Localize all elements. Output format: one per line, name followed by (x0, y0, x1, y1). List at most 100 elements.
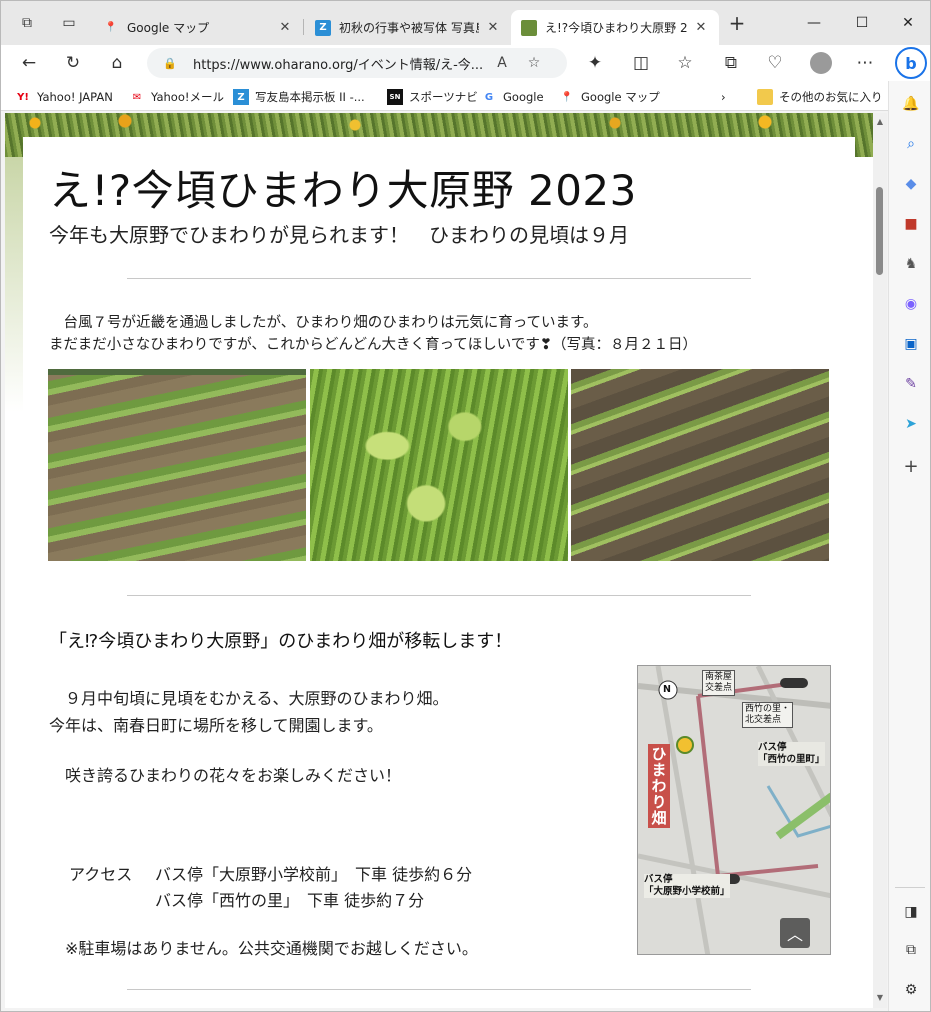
edge-sidebar: b 🔔 ⌕ ◆ ■ ♞ ◉ ▣ ✎ ➤ + ◨ ⧉ ⚙ (888, 47, 930, 1011)
bookmark-label: Google (503, 90, 544, 104)
scroll-down-arrow-icon[interactable]: ▼ (875, 993, 885, 1003)
page-title: え!?今頃ひまわり大原野 2023 (49, 166, 637, 215)
map-sunflower-field: ひまわり畑 (648, 744, 670, 828)
browser-essentials-icon[interactable]: ♡ (761, 49, 789, 77)
map-pin-icon: 📍 (560, 91, 574, 103)
tab-himawari-active[interactable]: え!?今頃ひまわり大原野 2023 ✕ (511, 10, 719, 45)
send-icon[interactable]: ➤ (900, 413, 922, 435)
bookmark-label: Yahoo! JAPAN (37, 90, 113, 104)
divider (127, 278, 751, 279)
divider (127, 989, 751, 990)
refresh-icon[interactable]: ↻ (59, 49, 87, 77)
more-menu-icon[interactable]: ⋯ (851, 49, 879, 77)
lock-icon[interactable]: 🔒 (163, 57, 179, 70)
google-icon: G (484, 91, 494, 103)
collections-icon[interactable]: ⧉ (717, 49, 745, 77)
tab-divider (303, 19, 304, 35)
close-tab-icon[interactable]: ✕ (693, 20, 709, 35)
z-logo-icon: Z (233, 89, 249, 105)
north-arrow: N (663, 684, 671, 695)
address-bar[interactable]: 🔒 https://www.oharano.org/イベント情報/え-今... … (147, 48, 567, 78)
minimize-button[interactable]: — (791, 9, 837, 37)
extensions-icon[interactable]: ✦ (581, 49, 609, 77)
access-route-1: バス停「大原野小学校前」 下車 徒歩約６分 (155, 865, 473, 884)
favorite-star-icon[interactable]: ☆ (521, 55, 547, 71)
workspaces-icon[interactable]: ⧉ (17, 13, 37, 33)
bookmark-google-maps[interactable]: 📍 Google マップ (559, 87, 660, 107)
read-aloud-icon[interactable]: A (489, 55, 515, 71)
bing-copilot-icon[interactable]: b (895, 47, 927, 79)
field-photo-2[interactable] (310, 369, 568, 561)
browser-window: ⧉ ▭ 📍 Google マップ ✕ Z 初秋の行事や被写体 写真島 ✕ え!?… (0, 0, 931, 1012)
article: え!?今頃ひまわり大原野 2023 今年も大原野でひまわりが見られます！ ひまわ… (23, 137, 855, 1008)
tab-title: 初秋の行事や被写体 写真島 (339, 21, 479, 35)
hide-sidebar-icon[interactable]: ◨ (900, 901, 922, 923)
tab-title: Google マップ (127, 21, 210, 35)
new-tab-button[interactable]: + (727, 11, 747, 35)
bookmark-label: Google マップ (581, 90, 660, 104)
close-tab-icon[interactable]: ✕ (277, 20, 293, 35)
map-bus-school: バス停 「大原野小学校前」 (644, 874, 730, 898)
bookmark-shayujima[interactable]: Z 写友島本掲示板 II -... (233, 87, 365, 107)
bookmark-sportsnavi[interactable]: SN スポーツナビ (387, 87, 478, 107)
favorites-bar: Y! Yahoo! JAPAN ✉ Yahoo!メール Z 写友島本掲示板 II… (1, 81, 930, 111)
bookmark-label: 写友島本掲示板 II -... (255, 90, 365, 104)
open-external-icon[interactable]: ⧉ (900, 939, 922, 961)
map-bus-nishitake: バス停 「西竹の里町」 (758, 742, 825, 766)
tab-google-maps[interactable]: 📍 Google マップ ✕ (93, 10, 303, 45)
folder-icon (757, 89, 773, 105)
games-icon[interactable]: ♞ (900, 253, 922, 275)
access-label: アクセス (69, 865, 133, 884)
access-route-2: バス停「西竹の里」 下車 徒歩約７分 (155, 891, 425, 910)
body-line-2: 今年は、南春日町に場所を移して開園します。 (49, 716, 383, 735)
shopping-tag-icon[interactable]: ◆ (900, 173, 922, 195)
body-line-1: ９月中旬頃に見頃をむかえる、大原野のひまわり畑。 (49, 689, 449, 708)
split-screen-icon[interactable]: ◫ (627, 49, 655, 77)
parking-note: ※駐車場はありません。公共交通機関でお越しください。 (49, 939, 478, 958)
field-photo-1[interactable] (48, 369, 306, 561)
mail-icon: ✉ (132, 91, 142, 103)
maximize-button[interactable]: ☐ (839, 9, 885, 37)
tab-actions-icon[interactable]: ▭ (59, 13, 79, 33)
close-window-button[interactable]: ✕ (885, 9, 930, 37)
bookmark-label: Yahoo!メール (151, 90, 224, 104)
bookmark-yahoo-mail[interactable]: ✉ Yahoo!メール (129, 87, 224, 107)
sidebar-settings-gear-icon[interactable]: ⚙ (900, 979, 922, 1001)
web-page: え!?今頃ひまわり大原野 2023 今年も大原野でひまわりが見られます！ ひまわ… (5, 113, 873, 1008)
access-map[interactable]: N 南茶屋 交差点 西竹の里・ 北交差点 バス停 「西竹の里町」 ひまわり畑 バ… (637, 665, 831, 955)
bookmark-yahoo-japan[interactable]: Y! Yahoo! JAPAN (15, 87, 113, 107)
tab-title: え!?今頃ひまわり大原野 2023 (545, 21, 687, 35)
scroll-thumb[interactable] (876, 187, 883, 275)
z-logo-icon: Z (315, 19, 331, 36)
close-tab-icon[interactable]: ✕ (485, 20, 501, 35)
bell-icon[interactable]: 🔔 (900, 93, 922, 115)
scroll-up-arrow-icon[interactable]: ▲ (875, 117, 885, 127)
m365-icon[interactable]: ◉ (900, 293, 922, 315)
body-line-3: 咲き誇るひまわりの花々をお楽しみください！ (49, 766, 402, 785)
designer-icon[interactable]: ✎ (900, 373, 922, 395)
field-photo-3[interactable] (571, 369, 829, 561)
back-arrow-icon[interactable]: ← (15, 49, 43, 77)
profile-avatar[interactable] (807, 49, 835, 77)
tab-bar: ⧉ ▭ 📍 Google マップ ✕ Z 初秋の行事や被写体 写真島 ✕ え!?… (1, 1, 930, 45)
search-icon[interactable]: ⌕ (900, 133, 922, 155)
favorites-icon[interactable]: ☆ (671, 49, 699, 77)
map-label-nanchaya: 南茶屋 交差点 (702, 670, 736, 696)
bookmark-other-favorites[interactable]: その他のお気に入り (757, 87, 883, 107)
add-sidebar-app-icon[interactable]: + (900, 455, 922, 477)
outlook-icon[interactable]: ▣ (900, 333, 922, 355)
back-to-top-button[interactable]: ︿ (780, 918, 810, 948)
toolbox-icon[interactable]: ■ (900, 213, 922, 235)
page-scrollbar[interactable]: ▲ ▼ (873, 113, 887, 1008)
tab-shayujima[interactable]: Z 初秋の行事や被写体 写真島 ✕ (305, 10, 511, 45)
relocation-heading: 「え⁉今頃ひまわり大原野」のひまわり畑が移転します！ (49, 631, 513, 652)
divider (127, 595, 751, 596)
sidebar-divider (895, 887, 925, 888)
map-label-nishitake-north: 西竹の里・ 北交差点 (742, 702, 794, 728)
page-background (5, 157, 23, 1008)
url-text[interactable]: https://www.oharano.org/イベント情報/え-今... (193, 54, 483, 73)
bookmarks-overflow-chevron-icon[interactable]: › (721, 87, 726, 107)
bookmark-google[interactable]: G Google (481, 87, 544, 107)
home-icon[interactable]: ⌂ (103, 49, 131, 77)
bookmark-label: その他のお気に入り (779, 90, 883, 104)
